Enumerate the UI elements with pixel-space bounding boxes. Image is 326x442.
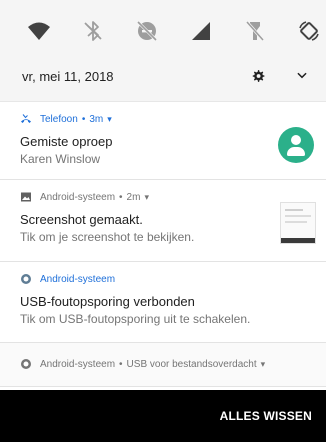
notification-summary-text: USB voor bestandsoverdacht [126, 358, 257, 370]
notification-title: Screenshot gemaakt. [20, 212, 143, 227]
auto-rotate-tile[interactable] [294, 16, 324, 46]
wifi-icon [28, 22, 50, 40]
bluetooth-tile[interactable] [78, 16, 108, 46]
notification-usb-debugging[interactable]: Android-systeem USB-foutopsporing verbon… [0, 262, 326, 343]
notification-header: Android-systeem • USB voor bestandsoverd… [20, 358, 265, 370]
notification-text: Tik om je screenshot te bekijken. [20, 230, 195, 244]
notification-title: Gemiste oproep [20, 134, 113, 149]
clear-all-button[interactable]: ALLES WISSEN [220, 409, 312, 423]
chevron-down-icon [297, 72, 307, 79]
android-system-icon [20, 273, 32, 285]
quick-settings-tiles [0, 16, 326, 48]
notification-app-name: Android-systeem [40, 191, 116, 203]
do-not-disturb-tile[interactable] [132, 16, 162, 46]
quick-settings-panel: vr, mei 11, 2018 [0, 0, 326, 102]
flashlight-off-icon [245, 21, 265, 41]
auto-rotate-icon [299, 21, 319, 41]
notification-app-name: Telefoon [40, 113, 78, 125]
notification-text: Tik om USB-foutopsporing uit te schakele… [20, 312, 251, 326]
wifi-tile[interactable] [24, 16, 54, 46]
notification-app-name: Android-systeem [40, 273, 116, 285]
cellular-signal-icon [192, 22, 210, 40]
notification-time: 2m [126, 191, 141, 203]
notification-screenshot[interactable]: Android-systeem • 2m ▾ Screenshot gemaak… [0, 180, 326, 262]
notification-header: Android-systeem • 2m ▾ [20, 190, 149, 204]
notification-separator: • [119, 358, 123, 370]
notification-header: Telefoon • 3m ▾ [20, 112, 112, 126]
expand-caret-icon[interactable]: ▾ [144, 192, 149, 203]
person-icon [291, 135, 301, 145]
notification-header: Android-systeem [20, 272, 115, 286]
image-icon [20, 191, 32, 203]
notification-missed-call[interactable]: Telefoon • 3m ▾ Gemiste oproep Karen Win… [0, 102, 326, 180]
bluetooth-off-icon [84, 21, 102, 41]
expand-caret-icon[interactable]: ▾ [107, 114, 112, 125]
notification-app-name: Android-systeem [40, 358, 116, 370]
notification-shade: vr, mei 11, 2018 Telefoon • 3m ▾ Gemiste… [0, 0, 326, 442]
gear-icon [252, 70, 265, 82]
notification-title: USB-foutopsporing verbonden [20, 294, 195, 309]
screenshot-thumbnail [280, 202, 316, 244]
date-label: vr, mei 11, 2018 [22, 68, 114, 84]
notification-time: 3m [89, 113, 104, 125]
notification-separator: • [119, 191, 123, 203]
settings-button[interactable] [250, 68, 266, 84]
expand-quick-settings-button[interactable] [294, 67, 310, 83]
notification-usb-transfer-collapsed[interactable]: Android-systeem • USB voor bestandsoverd… [0, 343, 326, 387]
do-not-disturb-off-icon [136, 20, 158, 42]
quick-settings-footer: vr, mei 11, 2018 [0, 58, 326, 94]
notification-separator: • [81, 113, 86, 125]
flashlight-tile[interactable] [240, 16, 270, 46]
notification-text: Karen Winslow [20, 152, 101, 166]
notification-footer-bar: ALLES WISSEN [0, 390, 326, 442]
missed-call-icon [20, 113, 32, 125]
expand-caret-icon[interactable]: ▾ [261, 359, 266, 370]
contact-avatar [278, 127, 314, 163]
android-system-icon [20, 358, 32, 370]
cellular-tile[interactable] [186, 16, 216, 46]
